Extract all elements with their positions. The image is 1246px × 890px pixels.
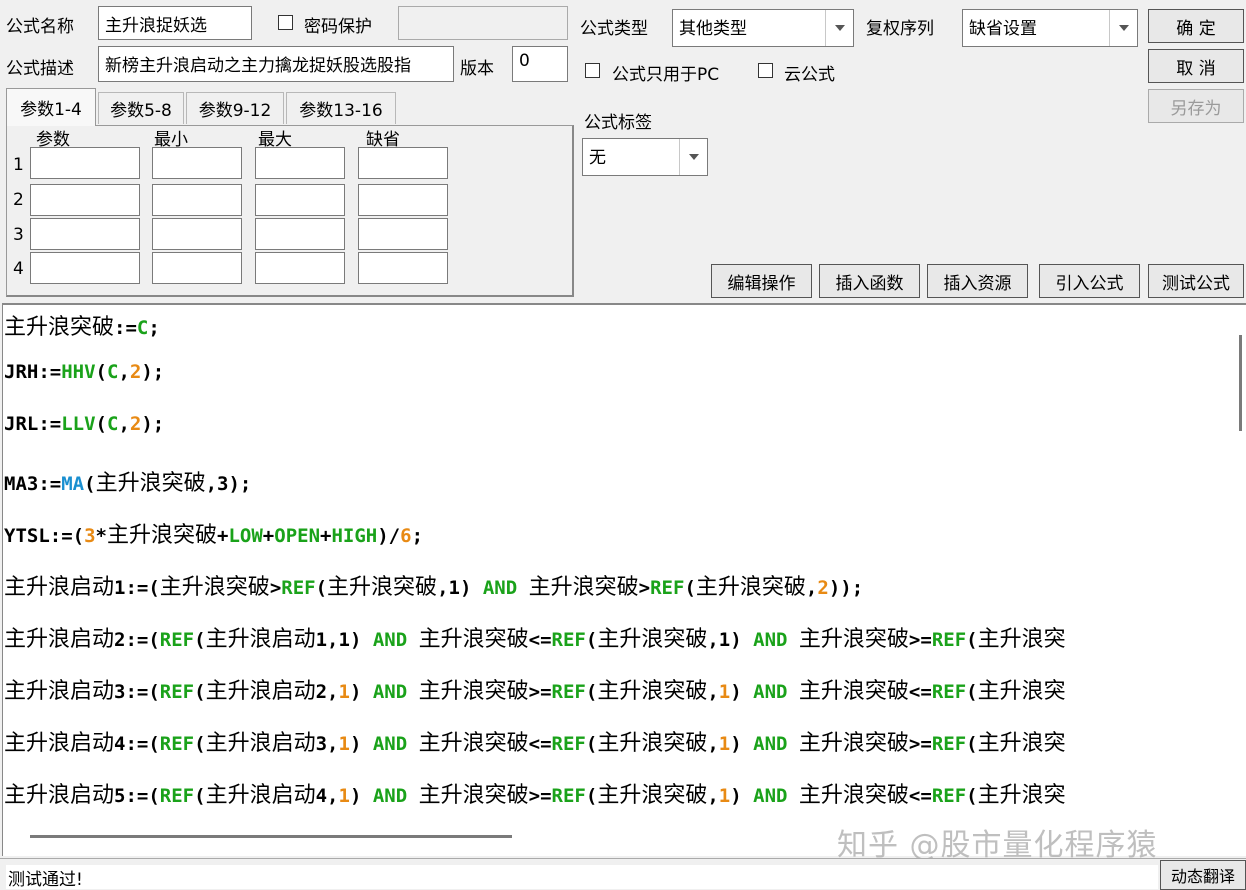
code-line: JRL:=LLV(C,2); bbox=[4, 413, 165, 435]
formula-desc-input[interactable]: 新榜主升浪启动之主力擒龙捉妖股选股指 bbox=[98, 46, 454, 82]
param-default-input[interactable] bbox=[358, 252, 448, 284]
param-max-input[interactable] bbox=[255, 252, 345, 284]
formula-tag-select[interactable]: 无 bbox=[582, 138, 708, 176]
formula-desc-label: 公式描述 bbox=[6, 59, 74, 79]
insert-function-button[interactable]: 插入函数 bbox=[819, 264, 920, 298]
version-input[interactable]: 0 bbox=[512, 46, 568, 82]
cloud-formula-label: 云公式 bbox=[784, 65, 835, 85]
version-label: 版本 bbox=[460, 59, 494, 79]
formula-name-input[interactable]: 主升浪捉妖选 bbox=[98, 6, 252, 40]
tab-params-5-8[interactable]: 参数5-8 bbox=[98, 92, 184, 124]
cancel-button[interactable]: 取 消 bbox=[1148, 49, 1244, 83]
param-row-number: 4 bbox=[13, 259, 24, 279]
param-name-input[interactable] bbox=[30, 147, 140, 179]
param-min-input[interactable] bbox=[152, 252, 242, 284]
password-protect-label: 密码保护 bbox=[304, 17, 372, 37]
param-name-input[interactable] bbox=[30, 184, 140, 216]
param-min-input[interactable] bbox=[152, 184, 242, 216]
code-line: MA3:=MA(主升浪突破,3); bbox=[4, 471, 252, 496]
code-line: 主升浪启动3:=(REF(主升浪启动2,1) AND 主升浪突破>=REF(主升… bbox=[4, 679, 1066, 704]
chevron-down-icon[interactable] bbox=[1109, 10, 1137, 46]
tab-params-13-16[interactable]: 参数13-16 bbox=[286, 92, 396, 124]
code-line: 主升浪启动5:=(REF(主升浪启动4,1) AND 主升浪突破>=REF(主升… bbox=[4, 783, 1066, 808]
param-name-input[interactable] bbox=[30, 218, 140, 250]
param-row-number: 1 bbox=[13, 155, 24, 175]
formula-type-select[interactable]: 其他类型 bbox=[672, 9, 854, 47]
param-max-input[interactable] bbox=[255, 147, 345, 179]
param-min-input[interactable] bbox=[152, 218, 242, 250]
param-row-number: 2 bbox=[13, 190, 24, 210]
param-min-input[interactable] bbox=[152, 147, 242, 179]
param-max-input[interactable] bbox=[255, 184, 345, 216]
code-line: JRH:=HHV(C,2); bbox=[4, 361, 165, 383]
tab-params-9-12[interactable]: 参数9-12 bbox=[186, 92, 284, 124]
param-default-input[interactable] bbox=[358, 184, 448, 216]
param-default-input[interactable] bbox=[358, 147, 448, 179]
insert-resource-button[interactable]: 插入资源 bbox=[927, 264, 1028, 298]
chevron-down-icon[interactable] bbox=[825, 10, 853, 46]
restore-seq-select[interactable]: 缺省设置 bbox=[962, 9, 1138, 47]
chevron-down-icon[interactable] bbox=[679, 139, 707, 175]
pc-only-label: 公式只用于PC bbox=[612, 65, 720, 85]
restore-seq-label: 复权序列 bbox=[866, 19, 934, 39]
cloud-formula-checkbox[interactable] bbox=[758, 63, 773, 78]
param-name-input[interactable] bbox=[30, 252, 140, 284]
test-formula-button[interactable]: 测试公式 bbox=[1148, 264, 1244, 298]
restore-seq-value: 缺省设置 bbox=[969, 19, 1037, 39]
code-line: 主升浪突破:=C; bbox=[4, 315, 160, 340]
code-line: 主升浪启动4:=(REF(主升浪启动3,1) AND 主升浪突破<=REF(主升… bbox=[4, 731, 1066, 756]
formula-tag-label: 公式标签 bbox=[584, 113, 652, 133]
formula-type-value: 其他类型 bbox=[679, 19, 747, 39]
confirm-button[interactable]: 确 定 bbox=[1148, 9, 1244, 43]
password-protect-checkbox[interactable] bbox=[278, 15, 293, 30]
password-input bbox=[398, 6, 568, 40]
param-default-input[interactable] bbox=[358, 218, 448, 250]
formula-tag-value: 无 bbox=[589, 148, 606, 168]
horizontal-scrollbar[interactable] bbox=[30, 835, 512, 838]
formula-name-label: 公式名称 bbox=[6, 17, 74, 37]
import-formula-button[interactable]: 引入公式 bbox=[1039, 264, 1140, 298]
edit-ops-button[interactable]: 编辑操作 bbox=[711, 264, 812, 298]
vertical-scrollbar[interactable] bbox=[1239, 335, 1242, 431]
code-line: YTSL:=(3*主升浪突破+LOW+OPEN+HIGH)/6; bbox=[4, 523, 424, 548]
param-row-number: 3 bbox=[13, 225, 24, 245]
code-line: 主升浪启动2:=(REF(主升浪启动1,1) AND 主升浪突破<=REF(主升… bbox=[4, 627, 1066, 652]
param-max-input[interactable] bbox=[255, 218, 345, 250]
tab-params-1-4[interactable]: 参数1-4 bbox=[6, 88, 96, 126]
save-as-button[interactable]: 另存为 bbox=[1148, 89, 1244, 123]
code-line: 主升浪启动1:=(主升浪突破>REF(主升浪突破,1) AND 主升浪突破>RE… bbox=[4, 575, 864, 600]
formula-type-label: 公式类型 bbox=[580, 19, 648, 39]
status-message: 测试通过! bbox=[6, 865, 1158, 890]
dynamic-translate-button[interactable]: 动态翻译 bbox=[1160, 860, 1246, 890]
pc-only-checkbox[interactable] bbox=[585, 63, 600, 78]
